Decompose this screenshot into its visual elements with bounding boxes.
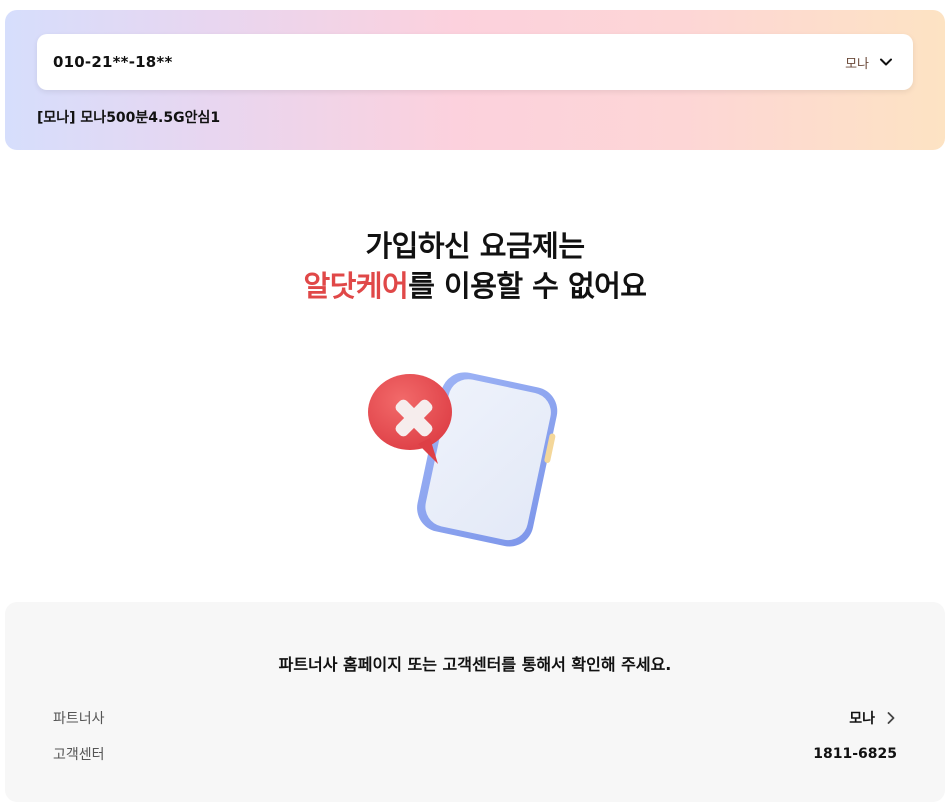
page-title: 가입하신 요금제는 알닷케어를 이용할 수 없어요 [0, 226, 950, 306]
carrier-selector[interactable]: 모나 [845, 53, 893, 72]
phone-error-icon [368, 372, 558, 547]
carrier-label: 모나 [845, 56, 869, 72]
partner-label: 파트너사 [53, 711, 105, 727]
headline-line-2-rest: 를 이용할 수 없어요 [408, 269, 647, 303]
partner-link[interactable]: 모나 [849, 708, 897, 728]
line-info-card: 010-21**-18** 모나 [모나] 모나500분4.5G안심1 [5, 10, 945, 150]
headline-line-1: 가입하신 요금제는 [365, 229, 585, 263]
customer-center-label: 고객센터 [53, 747, 105, 763]
partner-row[interactable]: 파트너사 모나 [53, 706, 897, 730]
guide-text: 파트너사 홈페이지 또는 고객센터를 통해서 확인해 주세요. [278, 655, 672, 674]
partner-value: 모나 [849, 711, 875, 727]
line-select-dropdown[interactable]: 010-21**-18** 모나 [37, 34, 913, 90]
headline-line-2: 알닷케어를 이용할 수 없어요 [0, 266, 950, 306]
guide-card: 파트너사 홈페이지 또는 고객센터를 통해서 확인해 주세요. 파트너사 모나 … [5, 602, 945, 802]
phone-number: 010-21**-18** [53, 53, 173, 71]
plan-name: [모나] 모나500분4.5G안심1 [37, 110, 221, 126]
service-name: 알닷케어 [303, 269, 409, 303]
chevron-down-icon [880, 58, 892, 66]
customer-center-phone[interactable]: 1811-6825 [813, 746, 897, 762]
chevron-right-icon [887, 712, 895, 724]
customer-center-row: 고객센터 1811-6825 [53, 742, 897, 766]
